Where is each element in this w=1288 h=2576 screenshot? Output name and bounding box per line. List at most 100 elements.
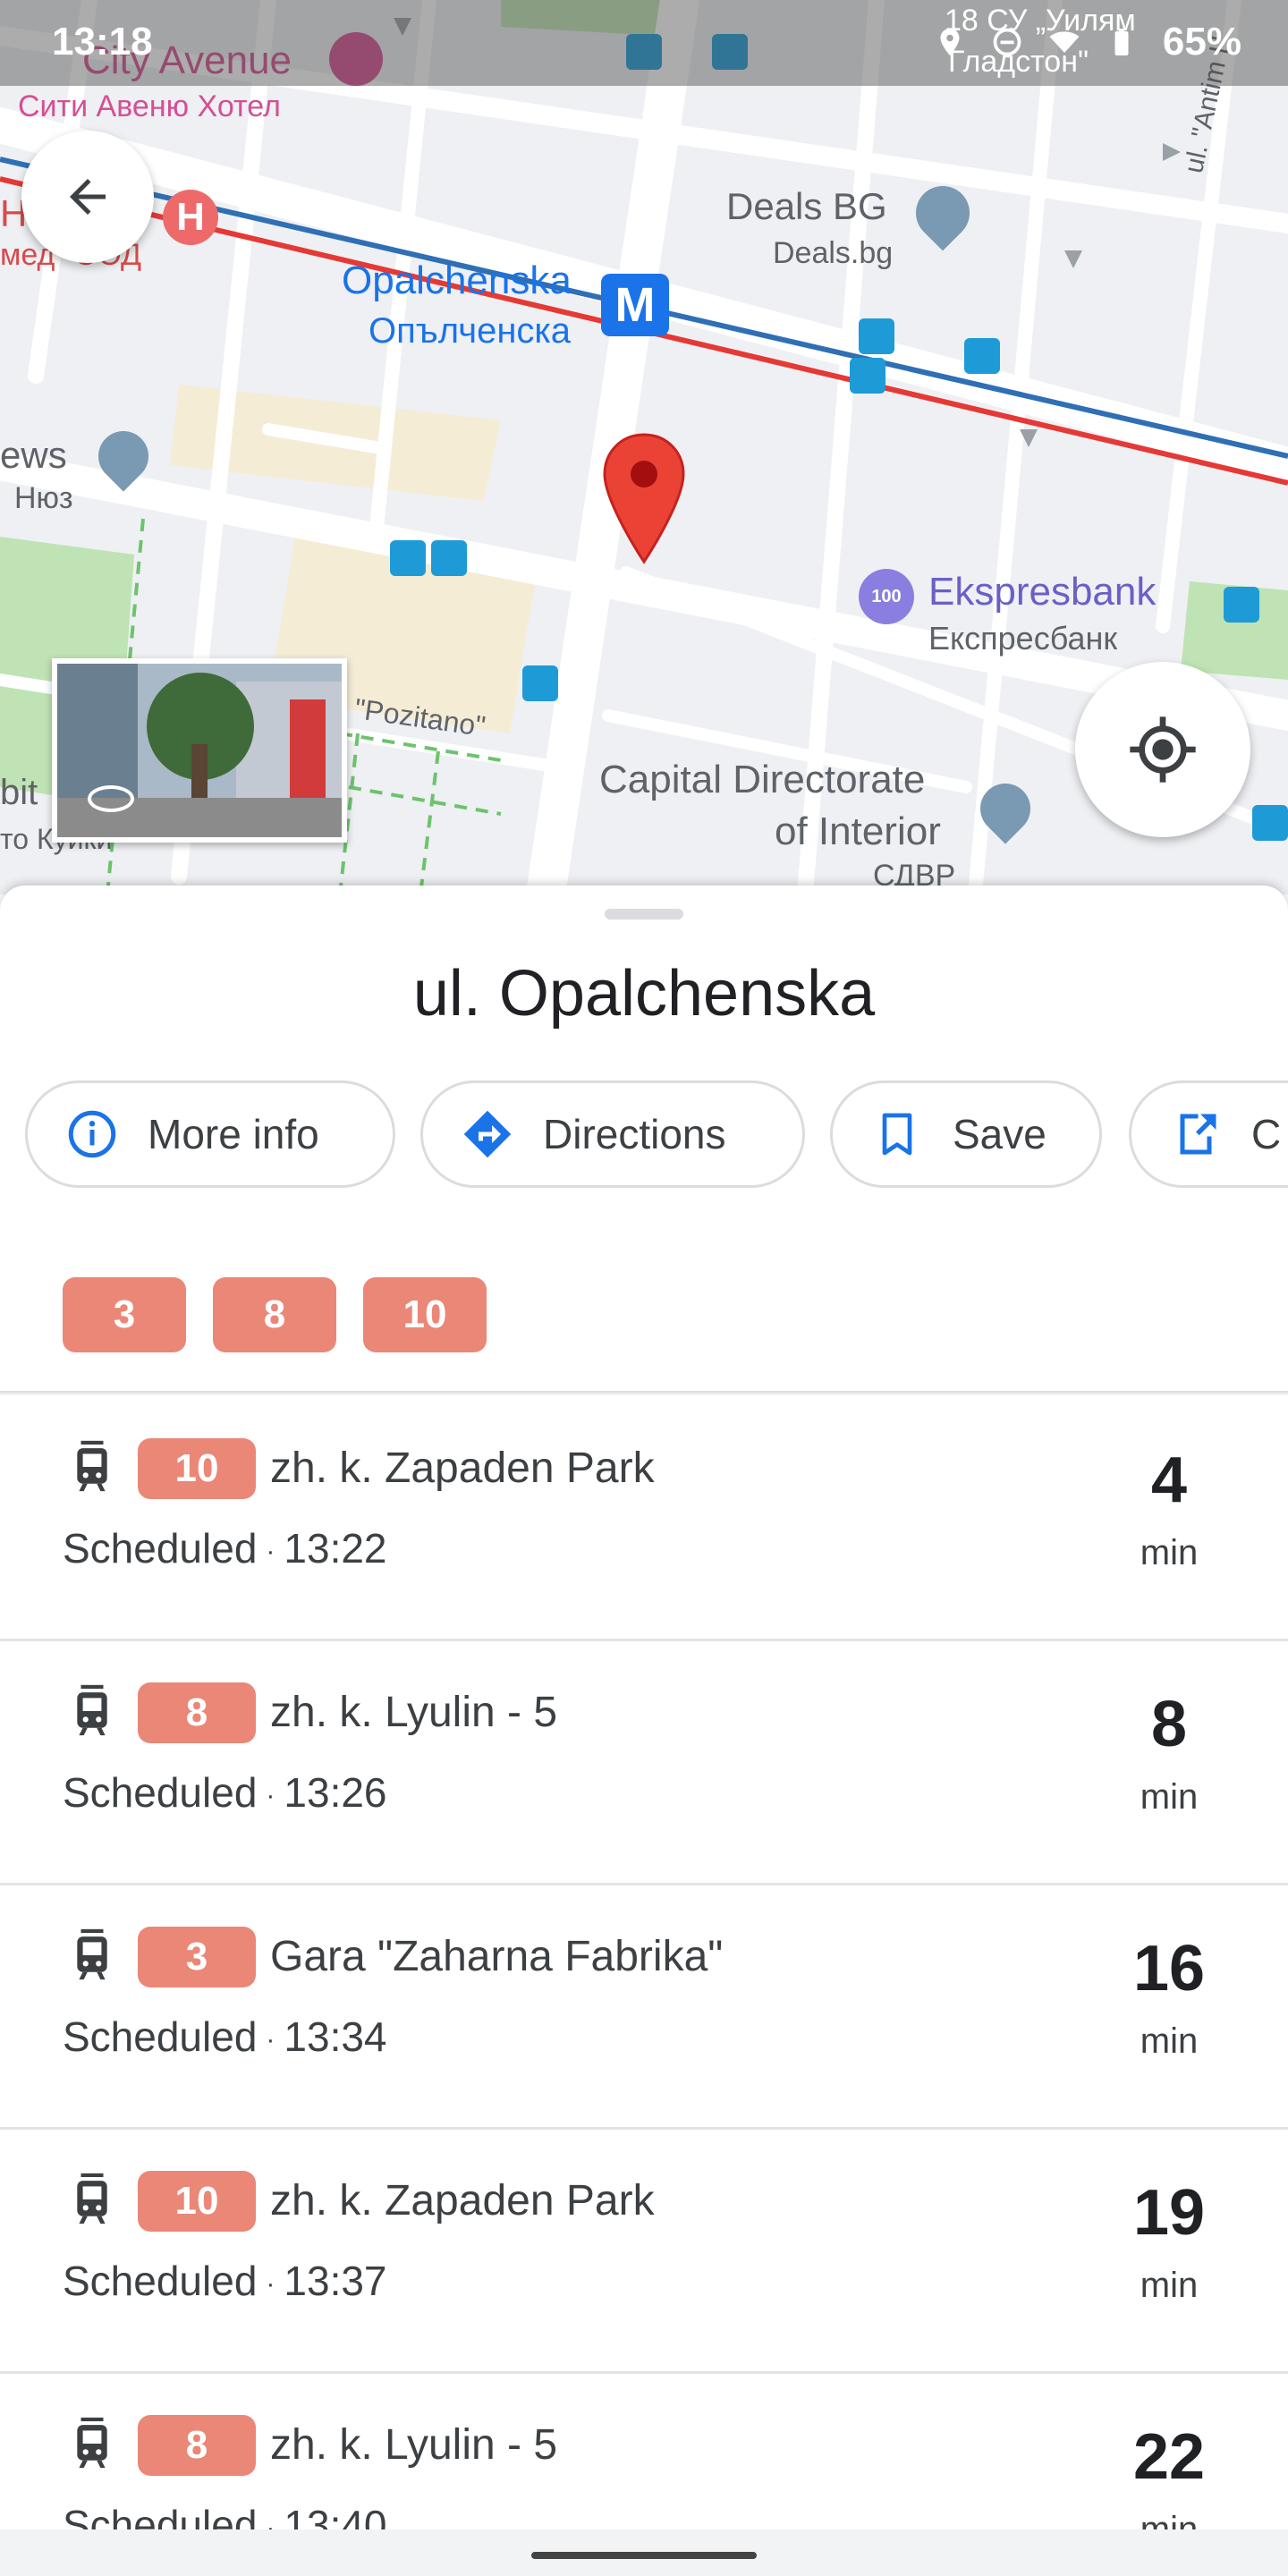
street-view-thumbnail[interactable] <box>52 658 347 843</box>
map-label-bit: bit <box>0 773 38 812</box>
location-icon <box>940 29 960 55</box>
hospital-pin-icon[interactable]: H <box>163 190 218 245</box>
place-bottom-sheet[interactable]: ul. Opalchenska More info Directions Sav… <box>0 886 1288 2576</box>
departure-row[interactable]: 10 zh. k. Zapaden Park Scheduled · 13:22 4… <box>0 1397 1288 1641</box>
tram-icon <box>77 1928 107 1980</box>
destination: zh. k. Zapaden Park <box>270 2177 655 2224</box>
metro-station-icon[interactable]: M <box>601 274 669 336</box>
map-label-news-bg: Нюз <box>14 481 73 515</box>
scheduled-time: 13:26 <box>284 1769 387 1816</box>
bookmark-icon <box>882 1113 912 1156</box>
tram-stop-icon[interactable] <box>1224 587 1259 623</box>
minutes-unit: min <box>1140 2021 1199 2061</box>
bank-pin-icon[interactable]: 100 <box>859 569 914 624</box>
route-badge: 3 <box>138 1927 256 1987</box>
minutes-until: 19 <box>1132 2177 1206 2249</box>
minutes-until: 22 <box>1132 2421 1206 2493</box>
map-label-capital-2: of Interior <box>775 809 941 853</box>
route-filter-chips[interactable]: 3 8 10 <box>63 1277 487 1352</box>
tram-icon <box>77 1684 107 1736</box>
schedule-info: Scheduled · 13:26 <box>63 1768 387 1817</box>
schedule-info: Scheduled · 13:37 <box>63 2257 387 2305</box>
tram-icon <box>77 2173 107 2224</box>
route-badge: 8 <box>138 2415 256 2476</box>
tram-icon <box>77 1440 107 1492</box>
separator-dot: · <box>266 2268 275 2299</box>
scheduled-time: 13:34 <box>284 2013 387 2060</box>
route-chip-10[interactable]: 10 <box>363 1277 487 1352</box>
status-time: 13:18 <box>52 20 153 64</box>
scheduled-time: 13:22 <box>284 1525 387 1572</box>
route-chip-8[interactable]: 8 <box>213 1277 336 1352</box>
minutes-until: 4 <box>1150 1445 1188 1516</box>
map-label-metro-bg: Опълченска <box>369 311 572 351</box>
destination: zh. k. Lyulin - 5 <box>270 1689 558 1736</box>
schedule-status: Scheduled <box>63 2258 258 2304</box>
destination: Gara "Zaharna Fabrika" <box>270 1933 724 1980</box>
route-badge: 10 <box>138 1438 256 1499</box>
share-icon <box>1180 1114 1216 1155</box>
bus-stop-icon[interactable] <box>431 540 467 576</box>
minutes-unit: min <box>1140 1777 1199 1817</box>
arrow-back-icon <box>70 179 106 215</box>
destination: zh. k. Lyulin - 5 <box>270 2421 558 2469</box>
info-icon <box>68 1110 116 1158</box>
share-label: C <box>1251 1111 1282 1157</box>
separator-dot: · <box>266 2024 275 2055</box>
separator-dot: · <box>266 1536 275 1566</box>
route-chip-3[interactable]: 3 <box>63 1277 186 1352</box>
tram-stop-icon[interactable] <box>964 338 1000 374</box>
tram-stop-icon[interactable] <box>1252 805 1288 841</box>
save-button[interactable]: Save <box>830 1080 1102 1188</box>
home-gesture-pill[interactable] <box>531 2552 757 2559</box>
map-label-bank-bg: Експресбанк <box>928 620 1118 657</box>
do-not-disturb-icon <box>993 28 1021 56</box>
schedule-status: Scheduled <box>63 1769 258 1816</box>
bus-stop-icon[interactable] <box>859 318 894 354</box>
divider <box>0 1391 1288 1396</box>
separator-dot: · <box>266 1780 275 1810</box>
my-location-button[interactable] <box>1075 662 1250 837</box>
status-bar: 13:18 18 СУ „Уилям Гладстон" 65% <box>0 0 1288 86</box>
crosshair-icon <box>1130 716 1196 783</box>
schedule-status: Scheduled <box>63 2013 258 2060</box>
route-badge: 8 <box>138 1682 256 1743</box>
map-label-metro[interactable]: Opalchenska <box>342 261 572 301</box>
map-label-deals[interactable]: Deals BG <box>726 188 887 225</box>
map-label-deals-bg: Deals.bg <box>773 236 894 270</box>
directions-icon <box>463 1110 512 1158</box>
map-label-bank[interactable]: Ekspresbank <box>928 572 1156 612</box>
360-view-icon <box>88 785 134 812</box>
map-label-capital-1[interactable]: Capital Directorate <box>599 760 925 800</box>
more-info-label: More info <box>148 1111 319 1157</box>
back-button[interactable] <box>21 131 154 263</box>
battery-icon <box>1114 29 1129 55</box>
bus-stop-icon[interactable] <box>522 665 558 701</box>
departure-row[interactable]: 3 Gara "Zaharna Fabrika" Scheduled · 13:34… <box>0 1885 1288 2130</box>
place-title: ul. Opalchenska <box>412 958 876 1030</box>
minutes-until: 16 <box>1132 1933 1206 2004</box>
departure-row[interactable]: 8 zh. k. Lyulin - 5 Scheduled · 13:26 8 mi… <box>0 1641 1288 1885</box>
departure-row[interactable]: 10 zh. k. Zapaden Park Scheduled · 13:37 1… <box>0 2130 1288 2374</box>
destination: zh. k. Zapaden Park <box>270 1445 655 1492</box>
directions-label: Directions <box>543 1111 726 1157</box>
save-label: Save <box>953 1111 1046 1157</box>
action-buttons-row[interactable]: More info Directions Save C <box>25 1080 1288 1191</box>
minutes-unit: min <box>1140 1533 1199 1572</box>
directions-button[interactable]: Directions <box>420 1080 805 1188</box>
sheet-drag-handle[interactable] <box>605 909 683 919</box>
selected-location-pin-icon[interactable] <box>601 431 687 565</box>
share-button[interactable]: C <box>1129 1080 1288 1188</box>
schedule-status: Scheduled <box>63 1525 258 1572</box>
schedule-info: Scheduled · 13:34 <box>63 2012 387 2061</box>
minutes-until: 8 <box>1150 1689 1188 1760</box>
map-label-news[interactable]: ews <box>0 436 67 474</box>
route-badge: 10 <box>138 2171 256 2232</box>
more-info-button[interactable]: More info <box>25 1080 395 1188</box>
schedule-info: Scheduled · 13:22 <box>63 1524 387 1572</box>
bus-stop-icon[interactable] <box>850 358 886 394</box>
minutes-unit: min <box>1140 2266 1199 2305</box>
map-view[interactable]: City Avenue Сити Авеню Хотел Ho… мед" ОО… <box>0 0 1288 894</box>
scheduled-time: 13:37 <box>284 2258 387 2304</box>
tram-stop-icon[interactable] <box>390 540 426 576</box>
